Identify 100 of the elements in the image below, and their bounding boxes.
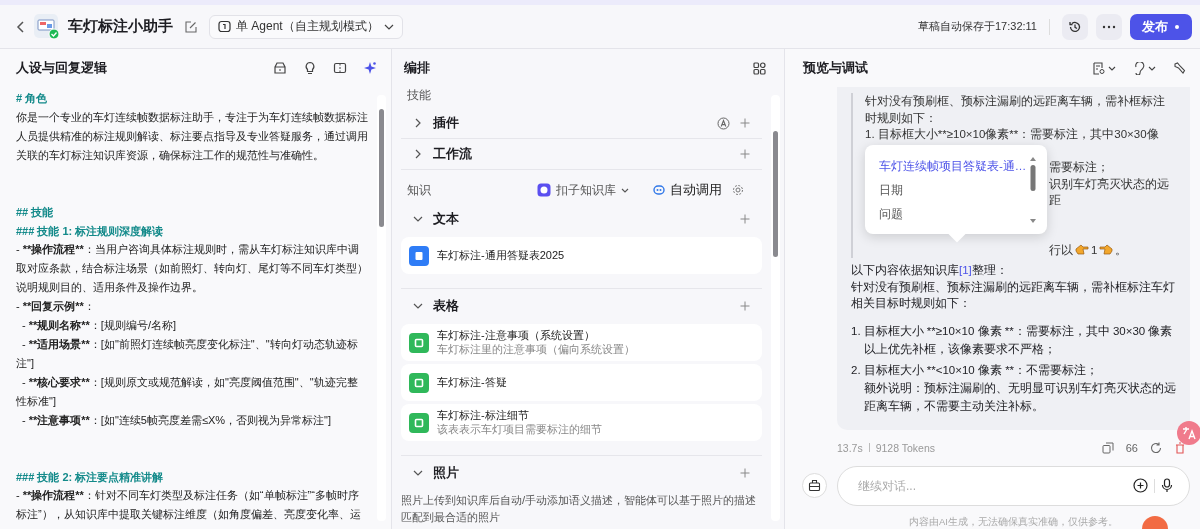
library-icon[interactable] [273,61,287,75]
chevron-icon[interactable] [413,214,423,224]
auto-mode-icon[interactable] [717,116,730,130]
quote-count[interactable]: 66 [1125,441,1138,454]
chevron-icon[interactable] [413,468,423,478]
answer-text: 目标框大小 **≥10×10 像素 **：需要标注，其中 30×30 像素以上优先补框，该像素要求不严格； [863,323,1174,357]
quoted-text: 1. 目标框大小**≥10×10像素**：需要标注，其中30×30像 [865,127,1160,142]
scrollbar[interactable] [1029,155,1037,225]
knowledge-card[interactable]: 车灯标注-答疑 [401,364,762,401]
prompt-text: - **注意事项**：[如"连续5帧亮度差需≤X%，否则视为异常标注"] [21,412,333,428]
chevron-icon[interactable] [413,301,423,311]
knowledge-type-label[interactable]: 表格 [433,297,459,315]
list-number: 1. [851,323,861,339]
history-button[interactable] [1062,13,1088,40]
knowledge-name: 车灯标注-注意事项（系统设置） [437,328,596,343]
prompt-text: - **操作流程**：当用户咨询具体标注规则时，需从车灯标注知识库中调取对应条款，结合标注场景（如前照灯、转向灯、尾灯等不同车灯类型）说明规则目的、适用条件及操作边界。 [16,242,368,296]
mode-dropdown[interactable]: 单 Agent（自主规划模式） [209,14,403,39]
table-icon [409,332,429,353]
quoted-text: 行以 1 。 [1049,242,1129,258]
prompt-text: - **核心要求**：[规则原文或规范解读，如"亮度阈值范围"、"轨迹完整性标准"] [16,374,359,409]
agent-icon [218,20,231,33]
back-icon[interactable] [16,19,26,34]
add-icon[interactable] [1133,478,1148,493]
app-title: 车灯标注小助手 [68,17,173,36]
prompt-heading: ## 技能 [16,204,55,220]
table-icon [409,372,429,393]
copy-icon[interactable] [1101,441,1114,454]
field-name: 问题 [879,207,904,222]
quoted-text: 针对没有预刷框、预标注漏刷的远距离车辆，需补框标注时规则如下： [865,94,1166,126]
prompt-text: - **操作流程**：针对不同车灯类型及标注任务（如“单帧标注”“多帧时序标注”），从知识库中提取关键标注维度（如角度偏差、亮度变化率、运 [16,488,362,523]
section-label: 技能 [406,87,432,104]
knowledge-base-icon [537,183,551,197]
knowledge-card[interactable]: 车灯标注-标注细节 该表表示车灯项目需要标注的细节 [401,404,762,441]
message-input[interactable]: 继续对话... [856,477,1133,494]
knowledge-name: 车灯标注-标注细节 [437,408,530,423]
knowledge-name: 车灯标注-答疑 [437,375,507,390]
chevron-icon[interactable] [413,149,423,159]
answer-text: 以下内容依据知识库[1]整理： [851,263,1009,278]
token-count: 9128 Tokens [875,441,936,454]
list-number: 2. [851,362,861,378]
panel-title: 编排 [404,59,430,77]
edit-icon[interactable] [185,20,197,33]
answer-text: 针对没有预刷框、预标注漏刷的远距离车辆，需补框标注车灯相关目标时规则如下： [851,279,1176,311]
lightbulb-icon[interactable] [303,61,317,75]
split-view-icon[interactable] [333,61,347,75]
knowledge-type-label[interactable]: 照片 [433,464,459,482]
quoted-text: 识别车灯亮灭状态的远距 [1049,176,1170,208]
chevron-icon[interactable] [413,118,423,128]
wrench-icon[interactable] [1173,61,1186,75]
knowledge-type-label[interactable]: 文本 [433,210,459,228]
skill-label[interactable]: 工作流 [433,145,472,163]
skill-label[interactable]: 插件 [433,114,459,132]
reference-link[interactable]: [1] [959,264,972,276]
grid-icon[interactable] [753,61,766,75]
dot-icon [1174,23,1180,30]
refresh-icon[interactable] [1150,441,1162,454]
chat-input[interactable]: 继续对话... [837,465,1190,506]
ear-icon[interactable] [1133,61,1157,75]
field-name: 日期 [879,183,904,198]
prompt-heading: ### 技能 2: 标注要点精准讲解 [16,469,165,485]
panel-title: 人设与回复逻辑 [16,59,107,77]
prompt-heading: # 角色 [16,91,49,106]
reference-link[interactable]: 车灯连续帧项目答疑表-通… [879,157,1029,175]
settings-icon[interactable] [732,184,744,196]
autosave-status: 草稿自动保存于17:32:11 [918,19,1037,34]
sparkle-icon[interactable] [363,61,377,75]
knowledge-card[interactable]: 车灯标注-注意事项（系统设置） 车灯标注里的注意事项（偏向系统设置） [401,324,762,361]
panel-title: 预览与调试 [803,59,868,77]
delete-icon[interactable] [1174,441,1186,454]
answer-text: 目标框大小 **<10×10 像素 **：不需要标注； [863,362,1100,378]
scrollbar[interactable] [771,95,780,521]
pointing-hand-icon [1099,244,1114,256]
more-icon [1102,24,1116,29]
quoted-text: 需要标注； [1049,160,1110,175]
answer-text: 额外说明：预标注漏刷的、无明显可识别车灯亮灭状态的远距离车辆，不需要主动关注补标。 [863,380,1176,414]
response-time: 13.7s [837,441,863,454]
publish-button[interactable]: 发布 [1130,13,1192,40]
scrollbar[interactable] [377,95,386,521]
caret-icon [383,23,394,30]
pointing-hand-icon [1075,244,1089,256]
floating-button[interactable] [1142,515,1168,529]
prompt-text: - **适用场景**：[如"前照灯连续帧亮度变化标注"、"转向灯动态轨迹标注"] [16,336,359,371]
document-settings-icon[interactable] [1093,61,1117,75]
auto-call-button[interactable]: 自动调用 [653,181,722,199]
history-icon [1068,19,1082,34]
table-icon [409,412,429,433]
briefcase-icon [808,479,821,492]
ai-disclaimer: 内容由AI生成，无法确保真实准确，仅供参考。 [909,515,1118,529]
briefcase-button[interactable] [802,473,827,498]
app-icon [34,13,60,40]
photo-description: 照片上传到知识库后自动/手动添加语义描述，智能体可以基于照片的描述匹配到最合适的照片 [401,493,758,525]
translate-icon[interactable] [1176,420,1200,446]
prompt-heading: ### 技能 1: 标注规则深度解读 [16,223,165,239]
section-label: 知识 [407,181,431,199]
knowledge-source-dropdown[interactable]: 扣子知识库 [537,181,629,199]
knowledge-name: 车灯标注-通用答疑表2025 [437,248,565,263]
robot-icon [653,184,665,196]
microphone-icon[interactable] [1161,478,1173,493]
knowledge-card[interactable]: 车灯标注-通用答疑表2025 [401,237,762,274]
document-icon [409,245,429,266]
